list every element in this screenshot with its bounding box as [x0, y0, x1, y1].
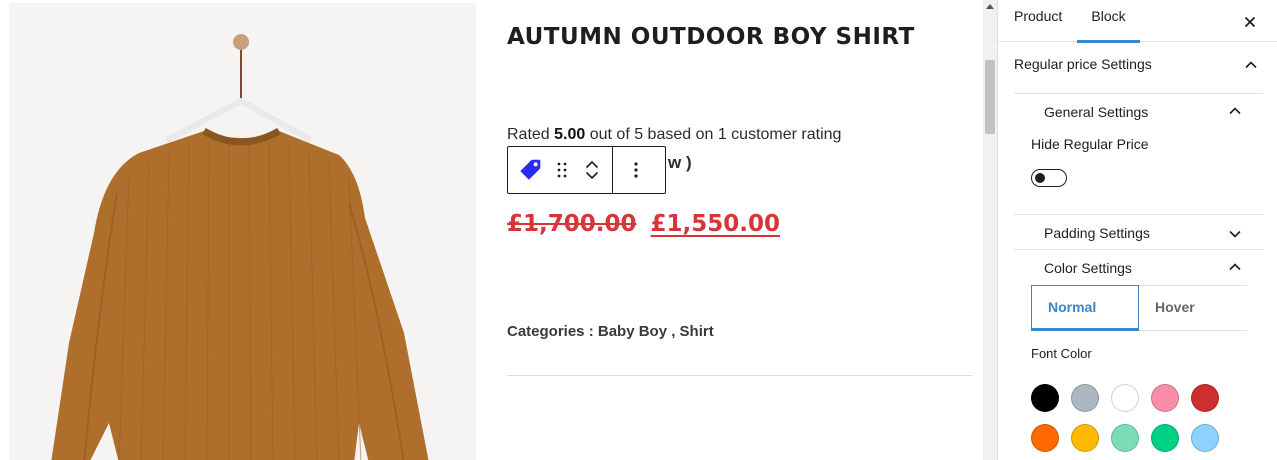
canvas-scrollbar[interactable] [983, 0, 997, 460]
rating-text: Rated 5.00 out of 5 based on 1 customer … [507, 126, 841, 144]
general-settings-title[interactable]: General Settings [1044, 104, 1148, 120]
color-swatch[interactable] [1071, 384, 1099, 412]
color-swatch[interactable] [1151, 424, 1179, 452]
regular-price: £1,700.00 [507, 211, 637, 237]
rating-value: 5.00 [554, 126, 586, 143]
sidebar-tabs: Product Block [998, 0, 1277, 43]
chevron-down-icon[interactable] [585, 171, 599, 180]
sale-price: £1,550.00 [650, 211, 781, 237]
product-categories: Categories : Baby Boy , Shirt [507, 323, 714, 340]
block-toolbar [507, 146, 666, 194]
color-swatch[interactable] [1071, 424, 1099, 452]
price-block[interactable]: £1,700.00 £1,550.00 [507, 211, 780, 237]
rating-suffix: out of 5 based on 1 customer rating [585, 126, 842, 143]
tab-product[interactable]: Product [1014, 0, 1062, 42]
chevron-up-icon[interactable] [1228, 260, 1242, 274]
close-icon [1244, 16, 1256, 28]
color-swatch[interactable] [1111, 424, 1139, 452]
move-buttons [572, 147, 612, 193]
color-settings-section [1014, 249, 1263, 259]
content-divider [507, 375, 972, 376]
editor-canvas: AUTUMN OUTDOOR BOY SHIRT Rated 5.00 out … [0, 0, 983, 460]
block-type-button[interactable] [508, 147, 552, 193]
hide-regular-price-label: Hide Regular Price [1031, 136, 1149, 152]
color-swatch[interactable] [1031, 384, 1059, 412]
scroll-up-icon[interactable] [986, 4, 994, 9]
sweater-illustration [9, 3, 476, 460]
regular-price-settings-title[interactable]: Regular price Settings [1014, 56, 1152, 72]
rating-prefix: Rated [507, 126, 555, 143]
close-sidebar-button[interactable] [1242, 14, 1258, 30]
tab-block[interactable]: Block [1077, 0, 1140, 43]
font-color-label: Font Color [1031, 346, 1092, 361]
product-title: AUTUMN OUTDOOR BOY SHIRT [507, 24, 915, 50]
settings-sidebar: Product Block Regular price Settings Gen… [997, 0, 1277, 460]
product-image[interactable] [9, 3, 476, 460]
color-settings-title[interactable]: Color Settings [1044, 260, 1132, 276]
more-vertical-icon [634, 162, 638, 178]
tab-normal[interactable]: Normal [1031, 285, 1139, 331]
toggle-knob [1035, 173, 1045, 183]
color-swatch[interactable] [1111, 384, 1139, 412]
drag-handle-icon [557, 162, 567, 178]
color-swatch[interactable] [1191, 424, 1219, 452]
chevron-up-icon[interactable] [1244, 58, 1258, 72]
scrollbar-thumb[interactable] [985, 60, 995, 134]
chevron-up-icon[interactable] [1228, 104, 1242, 118]
editor-window: AUTUMN OUTDOOR BOY SHIRT Rated 5.00 out … [0, 0, 1277, 460]
padding-settings-title[interactable]: Padding Settings [1044, 225, 1150, 241]
color-swatch[interactable] [1031, 424, 1059, 452]
color-swatch[interactable] [1191, 384, 1219, 412]
color-palette [1031, 384, 1231, 452]
drag-handle-button[interactable] [552, 147, 572, 193]
more-options-button[interactable] [613, 147, 659, 193]
tab-hover[interactable]: Hover [1139, 286, 1247, 332]
tag-icon [520, 159, 541, 180]
color-state-tabs: Normal Hover [1031, 285, 1247, 331]
color-swatch[interactable] [1151, 384, 1179, 412]
chevron-down-icon[interactable] [1228, 227, 1242, 241]
hide-regular-price-toggle[interactable] [1031, 169, 1067, 187]
chevron-up-icon[interactable] [585, 160, 599, 169]
review-count-text: w ) [668, 153, 692, 172]
